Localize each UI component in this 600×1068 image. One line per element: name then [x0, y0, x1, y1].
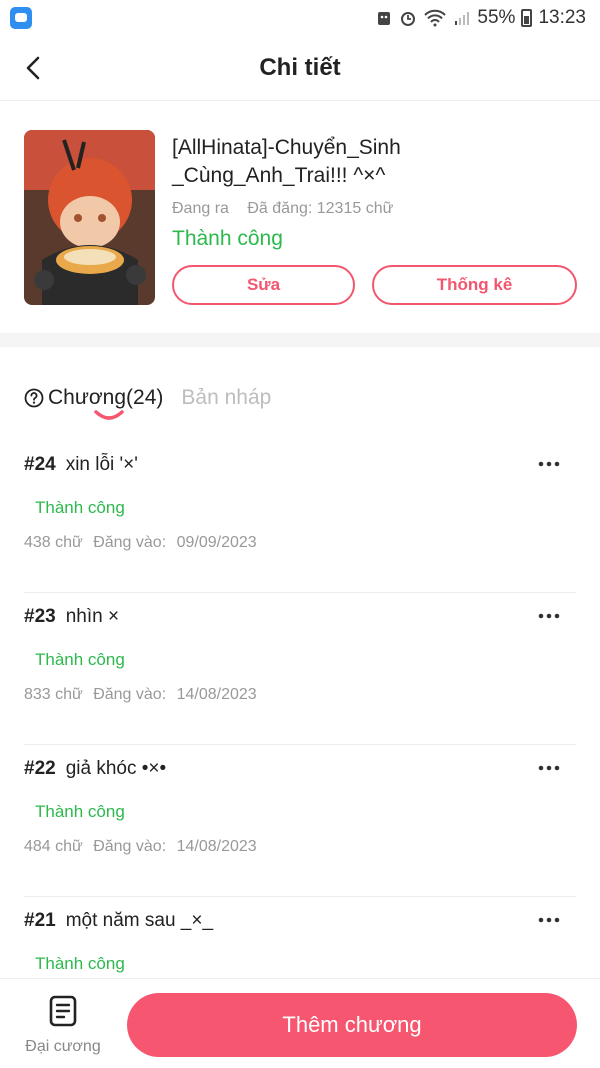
book-cover-image — [24, 130, 155, 305]
section-divider — [0, 333, 600, 347]
document-outline-icon — [49, 995, 77, 1027]
chapter-name: một năm sau _×_ — [65, 910, 214, 931]
signal-icon — [455, 12, 470, 25]
chapter-date: 14/08/2023 — [176, 686, 257, 703]
chapter-title: #22 giả khóc •×• — [24, 758, 166, 780]
book-state: Đang ra — [172, 200, 229, 217]
book-title: [AllHinata]-Chuyển_Sinh_Cùng_Anh_Trai!!!… — [172, 136, 401, 187]
chapter-row[interactable]: #22 giả khóc •×• Thành công 484 chữ Đăng … — [24, 744, 576, 897]
chapter-title: #23 nhìn × — [24, 606, 119, 628]
chapter-meta: 438 chữ Đăng vào: 09/09/2023 — [24, 534, 263, 552]
edit-button[interactable]: Sửa — [172, 265, 355, 305]
chapter-status: Thành công — [35, 650, 125, 669]
tab-bar: Chương(24) Bản nháp — [24, 382, 271, 414]
chapter-word-count: 438 chữ — [24, 534, 83, 551]
chapter-row[interactable]: #24 xin lỗi '×' Thành công 438 chữ Đăng v… — [24, 440, 576, 593]
chapter-name: giả khóc •×• — [65, 758, 167, 779]
more-options-icon[interactable] — [538, 460, 560, 468]
chapter-row[interactable]: #23 nhìn × Thành công 833 chữ Đăng vào: 1… — [24, 592, 576, 745]
outline-button[interactable]: Đại cương — [18, 995, 108, 1059]
chapter-title: #24 xin lỗi '×' — [24, 454, 138, 476]
chapter-number: #22 — [24, 758, 56, 779]
chapter-meta: 833 chữ Đăng vào: 14/08/2023 — [24, 686, 263, 704]
chapter-posted-label: Đăng vào: — [93, 534, 167, 551]
chapter-name: nhìn × — [65, 606, 120, 627]
chapter-date: 09/09/2023 — [176, 534, 257, 551]
cover-illustration — [24, 130, 155, 305]
top-app-bar: Chi tiết — [0, 36, 600, 101]
add-chapter-button[interactable]: Thêm chương — [127, 993, 577, 1057]
chapter-word-count: 484 chữ — [24, 838, 83, 855]
book-word-count: Đã đăng: 12315 chữ — [247, 200, 394, 217]
app-notification-icon — [10, 7, 32, 29]
chapter-word-count: 833 chữ — [24, 686, 83, 703]
wifi-icon — [424, 9, 447, 27]
battery-icon — [521, 9, 533, 27]
tab-chapters[interactable]: Chương(24) — [48, 386, 163, 410]
more-options-icon[interactable] — [538, 916, 560, 924]
clock-time: 13:23 — [538, 7, 586, 28]
chapter-meta: 484 chữ Đăng vào: 14/08/2023 — [24, 838, 263, 856]
outline-label: Đại cương — [25, 1038, 101, 1055]
chapter-number: #24 — [24, 454, 56, 475]
page-title: Chi tiết — [259, 54, 341, 81]
chapter-date: 14/08/2023 — [176, 838, 257, 855]
status-bar: 55% 13:23 — [0, 0, 600, 36]
chapter-posted-label: Đăng vào: — [93, 686, 167, 703]
battery-percent: 55% — [477, 7, 516, 28]
bottom-action-bar: Đại cương Thêm chương — [0, 978, 600, 1068]
chapter-posted-label: Đăng vào: — [93, 838, 167, 855]
android-icon — [378, 12, 391, 25]
chapter-status: Thành công — [35, 954, 125, 973]
more-options-icon[interactable] — [538, 612, 560, 620]
chapter-status: Thành công — [35, 802, 125, 821]
chapter-number: #23 — [24, 606, 56, 627]
book-status: Thành công — [172, 227, 283, 250]
chapter-number: #21 — [24, 910, 56, 931]
status-bar-right: 55% 13:23 — [375, 6, 586, 30]
help-circle-icon[interactable] — [24, 388, 44, 408]
alarm-icon — [401, 12, 416, 26]
chapter-name: xin lỗi '×' — [65, 454, 138, 475]
tab-drafts[interactable]: Bản nháp — [181, 386, 271, 410]
chapter-title: #21 một năm sau _×_ — [24, 910, 213, 932]
book-meta: Đang ra Đã đăng: 12315 chữ — [172, 200, 407, 218]
statistics-button[interactable]: Thống kê — [372, 265, 577, 305]
more-options-icon[interactable] — [538, 764, 560, 772]
chapter-status: Thành công — [35, 498, 125, 517]
active-tab-indicator — [94, 410, 124, 420]
